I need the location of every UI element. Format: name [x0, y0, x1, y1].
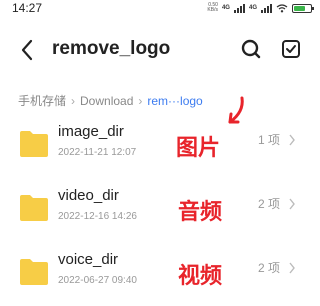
- annotation-arrow-icon: [228, 96, 244, 124]
- network-speed-unit: KB/s: [207, 7, 218, 13]
- folder-row-voice-dir[interactable]: voice_dir 2022-06-27 09:40 2 项: [0, 245, 320, 301]
- folder-row-video-dir[interactable]: video_dir 2022-12-16 14:26 2 项: [0, 181, 320, 237]
- breadcrumb-item-current[interactable]: rem···logo: [147, 94, 202, 108]
- folder-name: voice_dir: [58, 251, 119, 268]
- annotation-video-label: 视频: [178, 264, 223, 289]
- folder-icon: [20, 131, 48, 157]
- signal-icon: [233, 3, 245, 13]
- breadcrumb-separator-icon: ›: [138, 93, 143, 108]
- breadcrumb: 手机存储 › Download › rem···logo: [18, 92, 203, 109]
- folder-row-image-dir[interactable]: image_dir 2022-11-21 12:07 1 项: [0, 117, 320, 173]
- wifi-icon: [276, 3, 288, 12]
- breadcrumb-separator-icon: ›: [71, 93, 76, 108]
- folder-icon: [20, 259, 48, 285]
- battery-icon: [292, 3, 314, 13]
- checkbox-icon[interactable]: [280, 38, 302, 60]
- app-header: remove_logo: [0, 32, 320, 68]
- breadcrumb-item-download[interactable]: Download: [80, 94, 133, 108]
- chevron-right-icon: [289, 262, 295, 274]
- search-icon[interactable]: [240, 38, 262, 60]
- folder-name: video_dir: [58, 187, 119, 204]
- network-speed: 0.50 KB/s: [204, 3, 218, 13]
- annotation-audio-label: 音频: [178, 200, 223, 225]
- folder-item-count: 2 项: [258, 261, 281, 275]
- status-icons: 0.50 KB/s 4G 4G: [204, 3, 314, 13]
- folder-item-count: 1 项: [258, 133, 281, 147]
- network-type-label-2: 4G: [248, 5, 257, 11]
- battery-level: [294, 5, 306, 11]
- folder-date: 2022-12-16 14:26: [58, 211, 137, 222]
- annotation-image-label: 图片: [176, 136, 221, 161]
- folder-icon: [20, 195, 48, 221]
- folder-date: 2022-06-27 09:40: [58, 275, 137, 286]
- chevron-right-icon: [289, 134, 295, 146]
- back-arrow-icon[interactable]: [16, 36, 40, 64]
- status-bar: 14:27 0.50 KB/s 4G 4G: [0, 0, 320, 18]
- page-title: remove_logo: [52, 38, 171, 59]
- folder-date: 2022-11-21 12:07: [58, 147, 137, 158]
- breadcrumb-item-storage[interactable]: 手机存储: [18, 92, 66, 109]
- folder-name: image_dir: [58, 123, 124, 140]
- folder-item-count: 2 项: [258, 197, 281, 211]
- status-time: 14:27: [12, 1, 43, 15]
- network-type-label: 4G: [221, 5, 230, 11]
- chevron-right-icon: [289, 198, 295, 210]
- signal-icon-2: [261, 3, 272, 13]
